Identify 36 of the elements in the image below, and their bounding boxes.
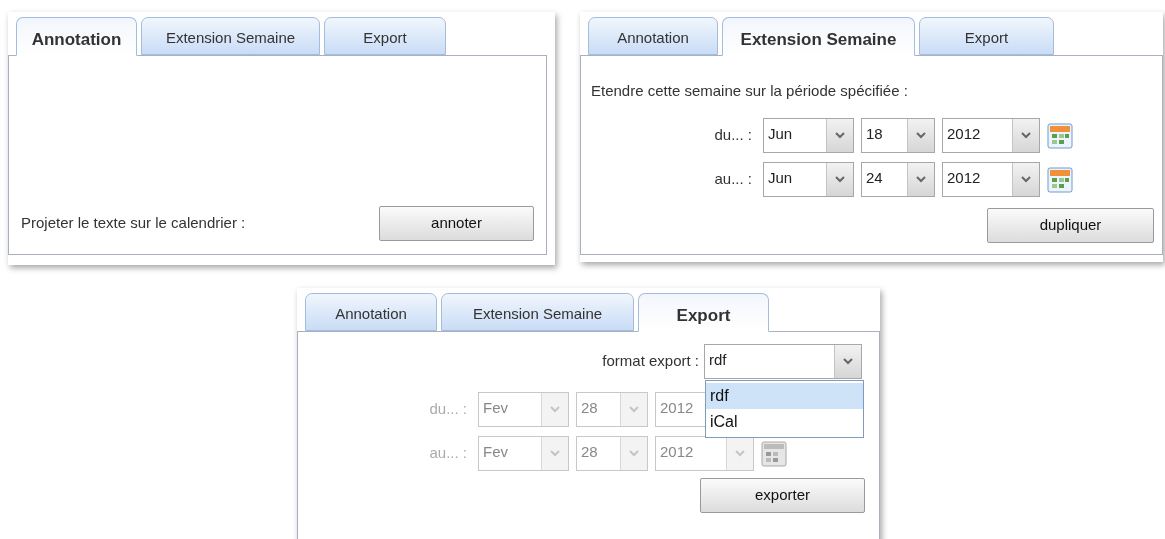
action-button[interactable]: annoter bbox=[379, 206, 534, 241]
action-button[interactable]: dupliquer bbox=[987, 208, 1154, 243]
tab[interactable]: Annotation bbox=[16, 17, 137, 56]
calendar-icon[interactable] bbox=[1047, 166, 1073, 193]
dropdown[interactable]: Jun bbox=[763, 118, 854, 153]
date-label: du... : bbox=[428, 399, 468, 420]
intro-text: Etendre cette semaine sur la période spécifiée : bbox=[591, 81, 908, 101]
dropdown[interactable]: 2012 bbox=[942, 162, 1040, 197]
chevron-icon bbox=[629, 406, 639, 413]
chevron-icon bbox=[916, 132, 926, 139]
chevron-icon bbox=[550, 450, 560, 457]
calendar-icon[interactable] bbox=[761, 440, 787, 467]
chevron-icon bbox=[835, 176, 845, 183]
chevron-icon bbox=[735, 450, 745, 457]
dropdown[interactable]: Jun bbox=[763, 162, 854, 197]
chevron-icon bbox=[1021, 132, 1031, 139]
dropdown[interactable]: 2012 bbox=[942, 118, 1040, 153]
chevron-icon bbox=[835, 132, 845, 139]
chevron-icon bbox=[843, 358, 853, 365]
chevron-icon bbox=[1021, 176, 1031, 183]
tab[interactable]: Annotation bbox=[588, 17, 718, 55]
tab[interactable]: Extension Semaine bbox=[141, 17, 320, 55]
chevron-icon bbox=[916, 176, 926, 183]
date-label: du... : bbox=[713, 125, 753, 146]
date-label: au... : bbox=[428, 443, 468, 464]
calendar-icon[interactable] bbox=[1047, 122, 1073, 149]
date-label: au... : bbox=[713, 169, 753, 190]
tab[interactable]: Extension Semaine bbox=[722, 17, 915, 56]
dropdown[interactable]: 18 bbox=[861, 118, 935, 153]
tab[interactable]: Export bbox=[919, 17, 1054, 55]
dropdown[interactable]: 24 bbox=[861, 162, 935, 197]
prompt-text: Projeter le texte sur le calendrier : bbox=[21, 213, 246, 234]
tab[interactable]: Export bbox=[324, 17, 446, 55]
chevron-icon bbox=[550, 406, 560, 413]
chevron-icon bbox=[629, 450, 639, 457]
field-label: format export : bbox=[602, 351, 699, 372]
